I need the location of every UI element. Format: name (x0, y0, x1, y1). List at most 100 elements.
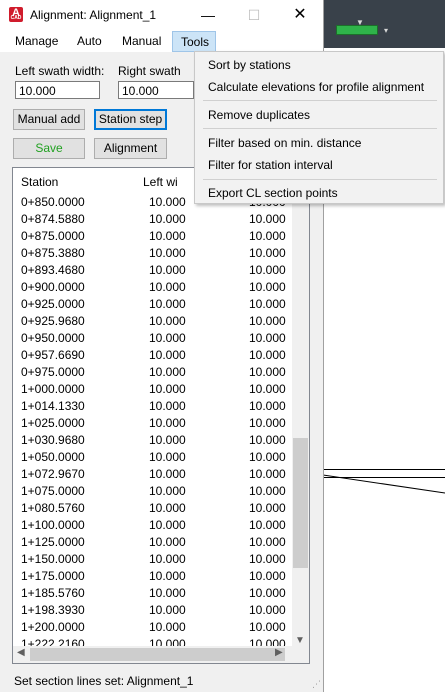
left-width-cell: 10.000 (149, 552, 186, 566)
menu-bar: Manage Auto Manual Tools (0, 30, 323, 52)
menu-auto[interactable]: Auto (77, 34, 102, 48)
menu-tools[interactable]: Tools (172, 31, 216, 52)
right-width-cell: 10.000 (249, 552, 286, 566)
save-button[interactable]: Save (13, 138, 85, 159)
left-width-cell: 10.000 (149, 569, 186, 583)
left-width-cell: 10.000 (149, 331, 186, 345)
right-width-cell: 10.000 (249, 399, 286, 413)
left-swath-input[interactable]: 10.000 (15, 81, 100, 99)
station-step-button[interactable]: Station step (94, 109, 167, 130)
table-row[interactable]: 1+072.9670 10.000 10.000 (13, 466, 293, 483)
table-row[interactable]: 1+200.0000 10.000 10.000 (13, 619, 293, 636)
table-row[interactable]: 1+150.0000 10.000 10.000 (13, 551, 293, 568)
right-swath-input[interactable]: 10.000 (118, 81, 194, 99)
table-row[interactable]: 1+080.5760 10.000 10.000 (13, 500, 293, 517)
scroll-left-icon[interactable]: ◀ (17, 647, 25, 658)
table-row[interactable]: 0+925.0000 10.000 10.000 (13, 296, 293, 313)
resize-grip-icon[interactable]: ⋰ (312, 679, 321, 690)
left-width-cell: 10.000 (149, 246, 186, 260)
table-row[interactable]: 1+198.3930 10.000 10.000 (13, 602, 293, 619)
station-cell: 1+000.0000 (21, 382, 85, 396)
right-width-cell: 10.000 (249, 501, 286, 515)
left-width-cell: 10.000 (149, 365, 186, 379)
station-cell: 1+200.0000 (21, 620, 85, 634)
table-row[interactable]: 1+025.0000 10.000 10.000 (13, 415, 293, 432)
menu-item-filter-station-interval[interactable]: Filter for station interval (208, 158, 333, 172)
station-cell: 1+014.1330 (21, 399, 85, 413)
minimize-button[interactable]: — (185, 0, 231, 30)
table-row[interactable]: 0+957.6690 10.000 10.000 (13, 347, 293, 364)
left-width-cell: 10.000 (149, 433, 186, 447)
station-cell: 1+030.9680 (21, 433, 85, 447)
table-row[interactable]: 0+900.0000 10.000 10.000 (13, 279, 293, 296)
status-bar: Set section lines set: Alignment_1 ⋰ (0, 670, 323, 692)
scroll-down-icon[interactable]: ▼ (295, 635, 305, 646)
scroll-right-icon[interactable]: ▶ (275, 647, 283, 658)
right-width-cell: 10.000 (249, 331, 286, 345)
station-cell: 1+025.0000 (21, 416, 85, 430)
right-width-cell: 10.000 (249, 535, 286, 549)
table-row[interactable]: 1+185.5760 10.000 10.000 (13, 585, 293, 602)
table-row[interactable]: 0+875.3880 10.000 10.000 (13, 245, 293, 262)
table-row[interactable]: 0+950.0000 10.000 10.000 (13, 330, 293, 347)
station-cell: 1+175.0000 (21, 569, 85, 583)
station-cell: 1+125.0000 (21, 535, 85, 549)
maximize-button[interactable]: ☐ (231, 0, 277, 30)
station-cell: 0+925.9680 (21, 314, 85, 328)
station-cell: 0+850.0000 (21, 195, 85, 209)
table-row[interactable]: 0+925.9680 10.000 10.000 (13, 313, 293, 330)
column-header-station[interactable]: Station (21, 175, 58, 189)
menu-item-filter-min-distance[interactable]: Filter based on min. distance (208, 136, 361, 150)
table-row[interactable]: 1+075.0000 10.000 10.000 (13, 483, 293, 500)
menu-item-sort-by-stations[interactable]: Sort by stations (208, 58, 291, 72)
left-width-cell: 10.000 (149, 297, 186, 311)
menu-item-remove-duplicates[interactable]: Remove duplicates (208, 108, 310, 122)
left-width-cell: 10.000 (149, 229, 186, 243)
left-width-cell: 10.000 (149, 399, 186, 413)
cad-canvas-top (323, 0, 445, 48)
manual-add-button[interactable]: Manual add (13, 109, 85, 130)
right-width-cell: 10.000 (249, 382, 286, 396)
title-bar[interactable]: A CAD Alignment: Alignment_1 — ☐ ✕ (0, 0, 323, 30)
left-width-cell: 10.000 (149, 348, 186, 362)
station-cell: 0+875.3880 (21, 246, 85, 260)
menu-manage[interactable]: Manage (15, 34, 58, 48)
vertical-scroll-thumb[interactable] (293, 438, 308, 568)
left-width-cell: 10.000 (149, 382, 186, 396)
menu-item-calculate-elevations[interactable]: Calculate elevations for profile alignme… (208, 80, 424, 94)
left-width-cell: 10.000 (149, 467, 186, 481)
right-width-cell: 10.000 (249, 569, 286, 583)
table-row[interactable]: 1+100.0000 10.000 10.000 (13, 517, 293, 534)
table-row[interactable]: 1+125.0000 10.000 10.000 (13, 534, 293, 551)
station-cell: 0+900.0000 (21, 280, 85, 294)
table-row[interactable]: 1+175.0000 10.000 10.000 (13, 568, 293, 585)
column-header-left-width[interactable]: Left wi (143, 175, 178, 189)
left-width-cell: 10.000 (149, 620, 186, 634)
right-width-cell: 10.000 (249, 229, 286, 243)
horizontal-scroll-thumb[interactable] (30, 648, 285, 661)
table-row[interactable]: 0+893.4680 10.000 10.000 (13, 262, 293, 279)
table-row[interactable]: 0+874.5880 10.000 10.000 (13, 211, 293, 228)
horizontal-scrollbar[interactable]: ◀ ▶ (13, 646, 309, 663)
close-button[interactable]: ✕ (277, 0, 323, 30)
table-row[interactable]: 0+975.0000 10.000 10.000 (13, 364, 293, 381)
table-row[interactable]: 1+030.9680 10.000 10.000 (13, 432, 293, 449)
alignment-button[interactable]: Alignment (94, 138, 167, 159)
menu-item-export-cl-points[interactable]: Export CL section points (208, 186, 338, 200)
left-width-cell: 10.000 (149, 314, 186, 328)
left-width-cell: 10.000 (149, 518, 186, 532)
table-row[interactable]: 1+014.1330 10.000 10.000 (13, 398, 293, 415)
vertical-scrollbar[interactable]: ▼ (292, 168, 309, 648)
stations-table[interactable]: Station Left wi 0+850.000010.00010.0000+… (12, 167, 310, 664)
right-width-cell: 10.000 (249, 586, 286, 600)
table-row[interactable]: 0+875.0000 10.000 10.000 (13, 228, 293, 245)
station-cell: 0+875.0000 (21, 229, 85, 243)
station-cell: 0+893.4680 (21, 263, 85, 277)
right-width-cell: 10.000 (249, 280, 286, 294)
station-cell: 1+075.0000 (21, 484, 85, 498)
table-row[interactable]: 1+000.0000 10.000 10.000 (13, 381, 293, 398)
station-cell: 1+050.0000 (21, 450, 85, 464)
table-row[interactable]: 1+050.0000 10.000 10.000 (13, 449, 293, 466)
right-width-cell: 10.000 (249, 314, 286, 328)
menu-manual[interactable]: Manual (122, 34, 161, 48)
